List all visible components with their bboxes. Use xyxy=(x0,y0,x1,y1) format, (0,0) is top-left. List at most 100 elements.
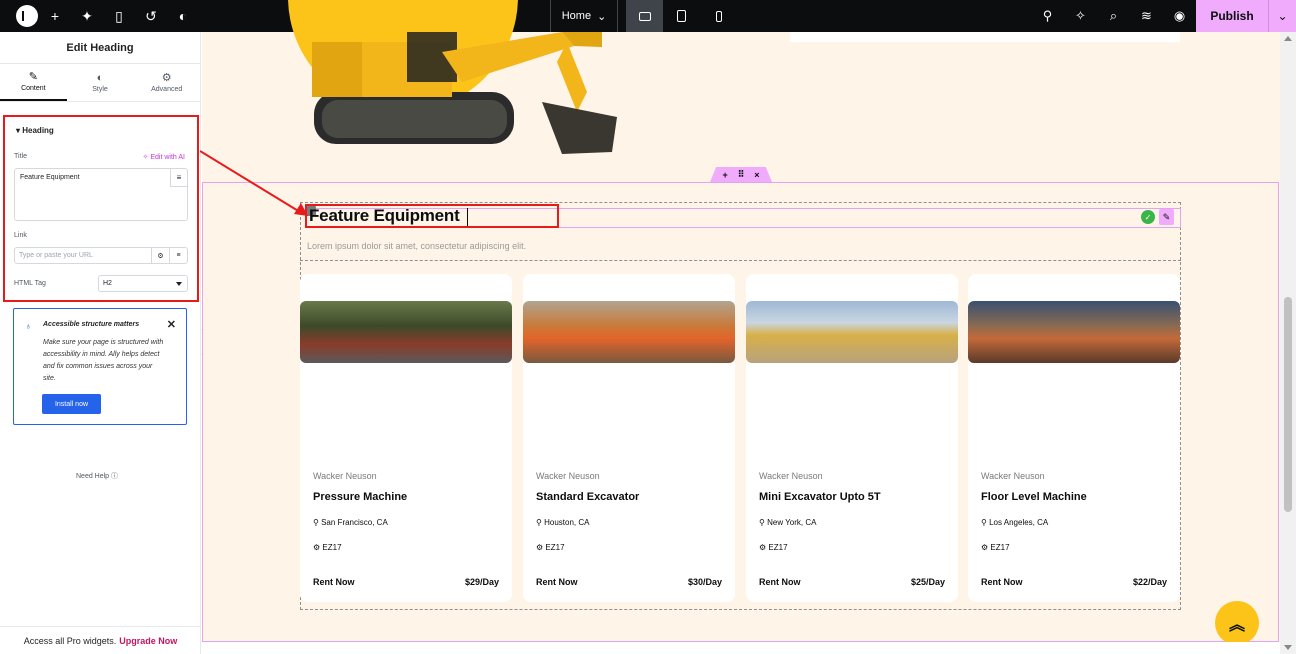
card-brand: Wacker Neuson xyxy=(313,471,377,481)
check-icon[interactable]: ✓ xyxy=(1141,210,1155,224)
scroll-to-top-button[interactable]: ︽ xyxy=(1215,601,1259,645)
card-brand: Wacker Neuson xyxy=(981,471,1045,481)
link-dynamic-icon[interactable]: ≡ xyxy=(169,248,187,263)
link-settings-icon[interactable]: ⚙ xyxy=(151,248,169,263)
canvas-bottom-strip xyxy=(202,642,1280,654)
ai-sparkle-icon[interactable]: ✧ xyxy=(1064,0,1097,32)
rent-now-link[interactable]: Rent Now xyxy=(981,577,1023,587)
pro-bar-text: Access all Pro widgets. xyxy=(23,635,117,646)
preview-eye-icon[interactable]: ◉ xyxy=(1163,0,1196,32)
card-title[interactable]: Floor Level Machine xyxy=(981,491,1087,503)
card-model: ⚙ EZ17 xyxy=(981,543,1010,552)
gear-icon: ⚙ xyxy=(161,71,172,84)
equipment-card[interactable]: Wacker Neuson Standard Excavator ⚲ Houst… xyxy=(523,274,735,602)
container-divider xyxy=(300,260,1181,261)
card-location-text: Los Angeles, CA xyxy=(989,518,1049,527)
html-tag-value: H2 xyxy=(103,280,112,287)
install-now-button[interactable]: Install now xyxy=(42,394,101,414)
site-settings-icon[interactable]: ✦ xyxy=(72,0,102,32)
dynamic-tags-icon[interactable]: ≡ xyxy=(170,169,187,187)
search-icon[interactable]: ⌕ xyxy=(1097,0,1130,32)
card-title[interactable]: Mini Excavator Upto 5T xyxy=(759,491,881,503)
card-location-text: Houston, CA xyxy=(544,518,590,527)
sparkle-icon: ✧ xyxy=(142,154,149,161)
html-tag-label: HTML Tag xyxy=(14,280,46,287)
panel-tabs: ✎ Content ◐ Style ⚙ Advanced xyxy=(0,64,200,102)
equipment-card[interactable]: Wacker Neuson Floor Level Machine ⚲ Los … xyxy=(968,274,1180,602)
card-model-text: EZ17 xyxy=(990,543,1010,552)
section-title: Heading xyxy=(22,126,54,135)
card-model: ⚙ EZ17 xyxy=(313,543,342,552)
card-image xyxy=(746,301,958,363)
add-icon[interactable]: + xyxy=(722,170,727,180)
annotation-arrow xyxy=(200,150,308,216)
card-image xyxy=(300,301,512,363)
scroll-down-icon[interactable] xyxy=(1284,645,1292,650)
card-model: ⚙ EZ17 xyxy=(536,543,565,552)
chevron-down-icon: ⌄ xyxy=(597,10,607,23)
card-price: $30/Day xyxy=(687,577,722,587)
card-brand: Wacker Neuson xyxy=(759,471,823,481)
section-handle[interactable]: + ⠿ × xyxy=(710,167,772,182)
edit-with-ai-link[interactable]: ✧ Edit with AI xyxy=(143,153,185,161)
desktop-view-icon[interactable] xyxy=(626,0,663,32)
drag-handle-icon[interactable]: ⠿ xyxy=(738,169,745,180)
upgrade-now-link[interactable]: Upgrade Now xyxy=(119,636,177,646)
card-location: ⚲ New York, CA xyxy=(759,518,816,527)
title-textarea[interactable]: Feature Equipment ≡ xyxy=(14,168,188,221)
location-pin-icon: ⚲ xyxy=(759,518,765,527)
equipment-card[interactable]: Wacker Neuson Mini Excavator Upto 5T ⚲ N… xyxy=(746,274,958,602)
card-model-text: EZ17 xyxy=(545,543,565,552)
card-brand: Wacker Neuson xyxy=(536,471,600,481)
equipment-card[interactable]: Wacker Neuson Pressure Machine ⚲ San Fra… xyxy=(300,274,512,602)
section-toggle[interactable]: ▾ Heading xyxy=(16,126,54,135)
history-icon[interactable]: ↺ xyxy=(136,0,166,32)
notice-title: Accessible structure matters xyxy=(43,321,140,328)
link-label: Link xyxy=(14,232,27,239)
rent-now-link[interactable]: Rent Now xyxy=(313,577,355,587)
html-tag-select[interactable]: H2 xyxy=(98,275,188,292)
gear-icon: ⚙ xyxy=(759,543,767,552)
mobile-view-icon[interactable] xyxy=(700,0,737,32)
card-model-text: EZ17 xyxy=(768,543,788,552)
heading-section: ▾ Heading Title ✧ Edit with AI Feature E… xyxy=(3,115,199,302)
card-location: ⚲ Houston, CA xyxy=(536,518,589,527)
card-location-text: San Francisco, CA xyxy=(321,518,388,527)
section-subtitle: Lorem ipsum dolor sit amet, consectetur … xyxy=(307,241,527,251)
card-location: ⚲ Los Angeles, CA xyxy=(981,518,1048,527)
notice-body: Make sure your page is structured with a… xyxy=(43,339,164,382)
tab-advanced-label: Advanced xyxy=(151,85,183,93)
tab-advanced[interactable]: ⚙ Advanced xyxy=(133,64,200,101)
pencil-icon[interactable]: ✎ xyxy=(1159,209,1174,225)
theme-style-icon[interactable]: ◐ xyxy=(168,0,198,32)
page-settings-icon[interactable]: ▯ xyxy=(104,0,134,32)
canvas-scrollbar[interactable] xyxy=(1280,32,1296,654)
add-element-icon[interactable]: + xyxy=(40,0,70,32)
need-help-link[interactable]: Need Help ⓘ xyxy=(76,471,118,481)
rocket-icon[interactable]: ⚲ xyxy=(1031,0,1064,32)
rent-now-link[interactable]: Rent Now xyxy=(536,577,578,587)
card-price: $25/Day xyxy=(910,577,945,587)
layers-icon[interactable]: ≋ xyxy=(1130,0,1163,32)
publish-button[interactable]: Publish xyxy=(1196,0,1268,32)
lightbulb-icon: ♁ xyxy=(25,321,32,331)
card-location-text: New York, CA xyxy=(767,518,817,527)
page-selector[interactable]: Home ⌄ xyxy=(550,0,618,32)
accessibility-notice: ♁ Accessible structure matters ✕ Make su… xyxy=(13,308,187,425)
close-icon[interactable]: × xyxy=(754,170,759,180)
card-model-text: EZ17 xyxy=(322,543,342,552)
tab-style[interactable]: ◐ Style xyxy=(67,64,134,101)
scroll-up-icon[interactable] xyxy=(1284,36,1292,41)
link-input[interactable]: Type or paste your URL ⚙ ≡ xyxy=(14,247,188,264)
excavator-image xyxy=(312,32,617,154)
rent-now-link[interactable]: Rent Now xyxy=(759,577,801,587)
close-icon[interactable]: ✕ xyxy=(167,318,176,331)
publish-options-chevron-icon[interactable]: ⌄ xyxy=(1268,0,1296,32)
card-title[interactable]: Pressure Machine xyxy=(313,491,407,503)
tablet-view-icon[interactable] xyxy=(663,0,700,32)
location-pin-icon: ⚲ xyxy=(981,518,987,527)
scrollbar-thumb[interactable] xyxy=(1284,297,1292,512)
tab-content[interactable]: ✎ Content xyxy=(0,64,67,101)
card-title[interactable]: Standard Excavator xyxy=(536,491,639,503)
elementor-logo-icon[interactable] xyxy=(16,5,38,27)
